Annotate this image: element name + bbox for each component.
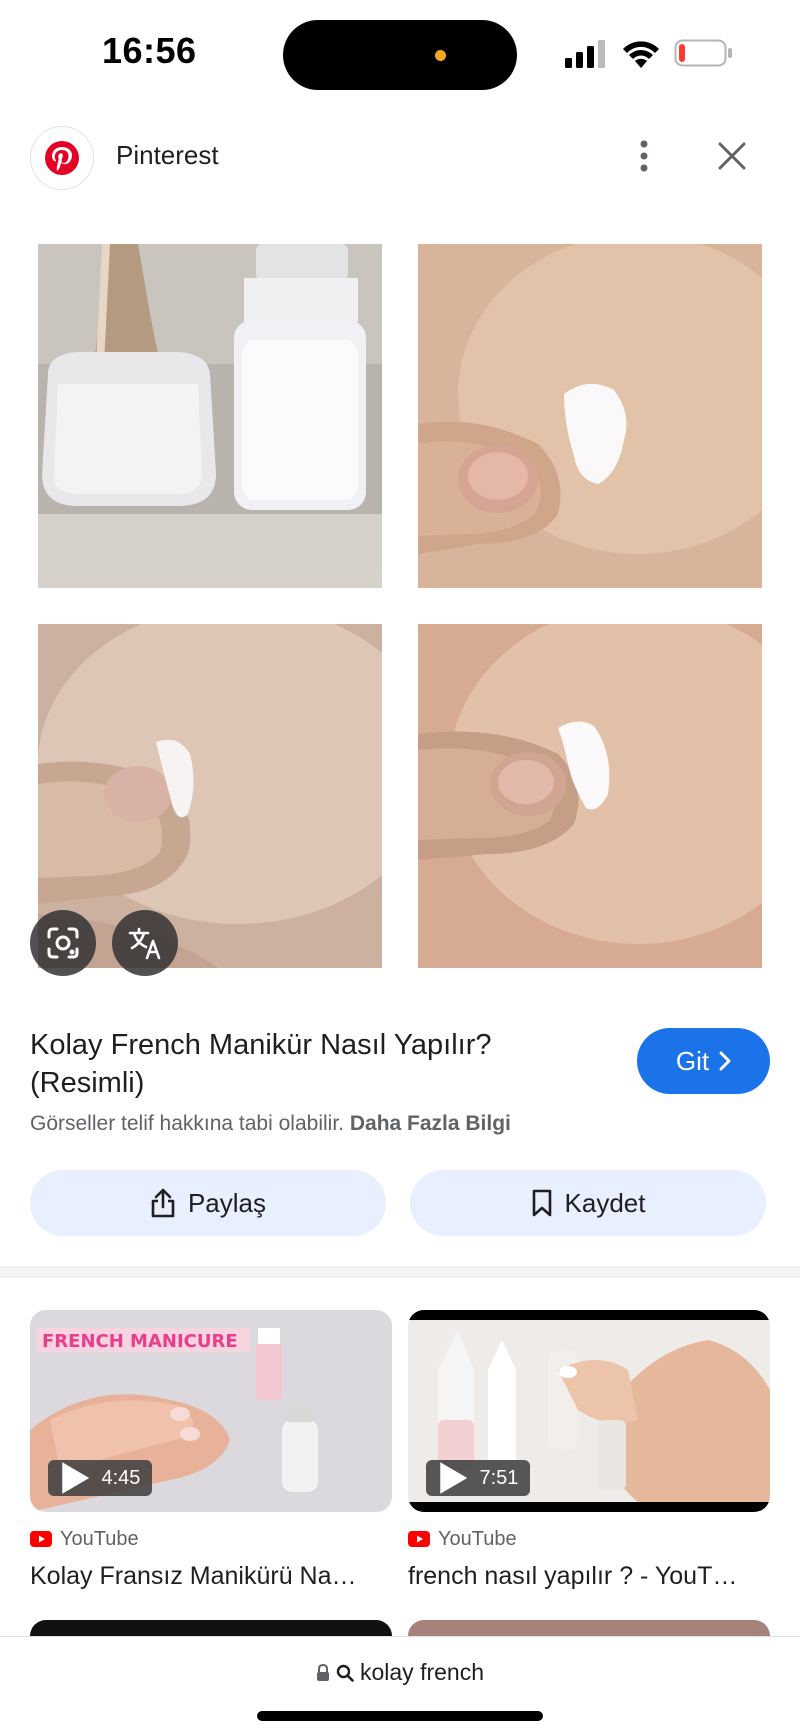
related-card[interactable]: FRENCH MANICURE 4:45 YouTube Kolay Frans… [30, 1310, 392, 1591]
card-title[interactable]: french nasıl yapılır ? - YouT… [408, 1562, 770, 1591]
more-options-button[interactable] [622, 134, 666, 178]
lock-icon [316, 1663, 329, 1681]
dynamic-island [283, 20, 517, 90]
save-label: Kaydet [564, 1187, 646, 1218]
save-button[interactable]: Kaydet [410, 1170, 766, 1236]
signal-icon [565, 40, 605, 68]
source-name: YouTube [438, 1527, 517, 1550]
more-info-link[interactable]: Daha Fazla Bilgi [350, 1112, 511, 1135]
photo-polish-swatch-1 [418, 244, 762, 588]
main-image[interactable] [34, 238, 766, 974]
video-thumbnail[interactable]: 7:51 [408, 1310, 770, 1512]
play-icon [62, 1462, 90, 1494]
duration-label: 7:51 [479, 1466, 519, 1489]
pinterest-logo-icon [45, 141, 79, 175]
section-divider [0, 1266, 800, 1278]
home-indicator [257, 1711, 543, 1721]
site-logo[interactable] [30, 126, 94, 190]
site-name[interactable]: Pinterest [116, 140, 219, 171]
video-thumbnail[interactable]: FRENCH MANICURE 4:45 [30, 1310, 392, 1512]
close-button[interactable] [710, 134, 754, 178]
close-icon [718, 142, 746, 170]
play-icon [440, 1462, 468, 1494]
photo-polish-swatch-2 [38, 624, 382, 968]
source-name: YouTube [60, 1527, 139, 1550]
youtube-icon [408, 1531, 430, 1547]
card-title[interactable]: Kolay Fransız Manikürü Na… [30, 1562, 392, 1591]
go-button[interactable]: Git [637, 1028, 770, 1094]
status-time: 16:56 [102, 30, 197, 71]
more-vert-icon [640, 140, 648, 172]
translate-button[interactable] [112, 910, 178, 976]
lens-button[interactable] [30, 910, 96, 976]
camera-indicator-dot [435, 50, 446, 61]
status-icons [565, 39, 732, 68]
search-query: kolay french [359, 1659, 484, 1685]
source-row: YouTube [30, 1526, 392, 1552]
translate-icon [128, 927, 161, 960]
bottom-url-bar[interactable]: kolay french [0, 1636, 800, 1733]
share-icon [151, 1188, 175, 1218]
search-icon [336, 1664, 354, 1682]
video-duration-badge: 4:45 [48, 1460, 153, 1496]
bookmark-icon [532, 1189, 551, 1217]
go-label: Git [675, 1045, 710, 1076]
url-display[interactable]: kolay french [0, 1659, 800, 1686]
wifi-icon [623, 41, 659, 68]
copyright-notice: Görseller telif hakkına tabi olabilir. D… [30, 1112, 511, 1136]
photo-nail-polish-bottles [38, 244, 382, 588]
share-button[interactable]: Paylaş [30, 1170, 386, 1236]
photo-polish-swatch-3 [418, 624, 762, 968]
duration-label: 4:45 [101, 1466, 141, 1489]
share-label: Paylaş [187, 1187, 267, 1218]
copyright-text: Görseller telif hakkına tabi olabilir. [30, 1112, 344, 1135]
related-card[interactable]: 7:51 YouTube french nasıl yapılır ? - Yo… [408, 1310, 770, 1591]
thumbnail-caption: FRENCH MANICURE [42, 1331, 238, 1352]
lens-icon [47, 927, 79, 959]
video-duration-badge: 7:51 [426, 1460, 531, 1496]
chevron-right-icon [719, 1051, 731, 1071]
source-row: YouTube [408, 1526, 770, 1552]
battery-low-icon [674, 39, 732, 67]
result-title[interactable]: Kolay French Manikür Nasıl Yapılır? (Res… [30, 1026, 570, 1102]
youtube-icon [30, 1531, 52, 1547]
